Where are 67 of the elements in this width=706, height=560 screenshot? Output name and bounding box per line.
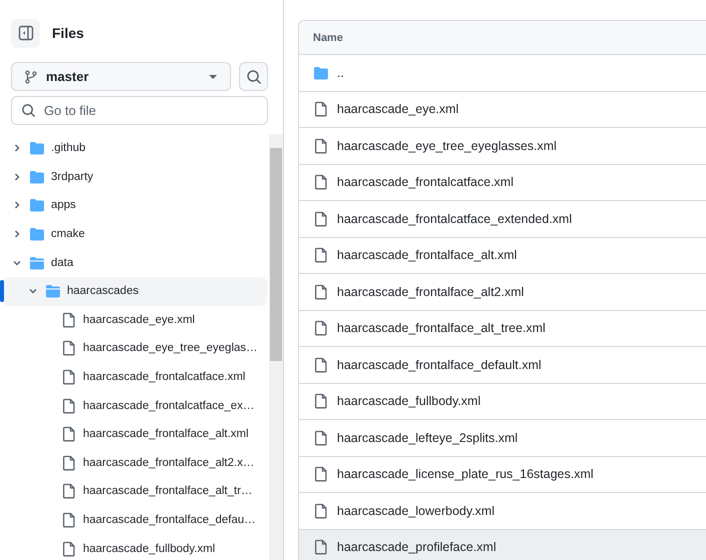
tree-item[interactable]: haarcascade_frontalface_defau… (3, 506, 267, 534)
tree-item[interactable]: cmake (3, 220, 267, 248)
file-row[interactable]: haarcascade_license_plate_rus_16stages.xml (299, 456, 706, 493)
folder-icon (29, 168, 45, 185)
file-icon (313, 247, 329, 264)
file-row[interactable]: haarcascade_frontalface_default.xml (299, 347, 706, 384)
file-icon (61, 398, 77, 414)
column-header[interactable]: Name (313, 32, 343, 44)
file-icon (313, 539, 329, 556)
file-icon (61, 540, 77, 557)
file-icon (313, 210, 329, 227)
folder-icon (45, 283, 61, 300)
file-icon (61, 483, 77, 500)
file-row[interactable]: haarcascade_lefteye_2splits.xml (299, 420, 706, 456)
folder-icon (313, 64, 329, 81)
file-icon (61, 426, 77, 442)
file-row[interactable]: haarcascade_frontalcatface_extended.xml (299, 201, 706, 238)
tree-item[interactable]: 3rdparty (3, 162, 267, 192)
file-row[interactable]: haarcascade_eye_tree_eyeglasses.xml (299, 128, 706, 164)
file-row[interactable]: haarcascade_frontalcatface.xml (299, 164, 706, 201)
file-icon (61, 312, 77, 328)
file-icon (61, 340, 77, 356)
tree-item[interactable]: apps (3, 191, 267, 220)
file-row[interactable]: haarcascade_profileface.xml (299, 530, 706, 560)
tree-item[interactable]: haarcascade_frontalface_alt.xml (3, 420, 267, 449)
search-button[interactable] (239, 62, 268, 91)
file-icon (61, 369, 77, 386)
tree-item[interactable]: haarcascade_frontalcatface.xml (3, 362, 267, 392)
file-icon (61, 512, 77, 528)
branch-icon (24, 70, 38, 84)
file-row[interactable]: haarcascade_fullbody.xml (299, 384, 706, 420)
folder-icon (29, 226, 45, 242)
sidebar-toggle-button[interactable] (11, 18, 40, 48)
folder-icon (29, 254, 45, 271)
scrollbar[interactable] (269, 134, 283, 560)
file-icon (313, 101, 329, 118)
go-to-file-field[interactable]: Go to file (11, 96, 268, 125)
file-icon (313, 356, 329, 373)
file-row[interactable]: haarcascade_frontalface_alt2.xml (299, 274, 706, 310)
file-icon (313, 320, 329, 336)
sidebar-title: Files (52, 25, 84, 41)
file-row[interactable]: .. (299, 55, 706, 92)
search-icon (246, 68, 262, 84)
tree-item[interactable]: haarcascade_frontalface_alt_tr… (3, 477, 267, 506)
tree-item[interactable]: haarcascade_frontalface_alt2.x… (3, 448, 267, 478)
file-row[interactable]: haarcascade_eye.xml (299, 92, 706, 128)
tree-item[interactable]: haarcascades (3, 276, 267, 306)
file-icon (313, 502, 329, 519)
folder-icon (29, 140, 45, 156)
file-icon (61, 454, 77, 471)
file-icon (313, 138, 329, 154)
file-icon (313, 430, 329, 446)
tree-item[interactable]: haarcascade_eye_tree_eyeglas… (3, 334, 267, 363)
file-row[interactable]: haarcascade_frontalface_alt.xml (299, 238, 706, 274)
tree-item[interactable]: haarcascade_eye.xml (3, 306, 267, 334)
file-icon (313, 393, 329, 410)
file-icon (313, 174, 329, 190)
file-row[interactable]: haarcascade_frontalface_alt_tree.xml (299, 310, 706, 347)
sidebar-icon (18, 25, 34, 41)
tree-item[interactable]: haarcascade_frontalcatface_ex… (3, 391, 267, 420)
tree-item[interactable]: .github (3, 134, 267, 163)
file-icon (313, 466, 329, 482)
tree-item[interactable]: haarcascade_fullbody.xml (3, 534, 267, 560)
branch-selector[interactable]: master (11, 62, 231, 91)
folder-icon (29, 197, 45, 214)
file-icon (313, 284, 329, 300)
tree-item[interactable]: data (3, 248, 267, 277)
